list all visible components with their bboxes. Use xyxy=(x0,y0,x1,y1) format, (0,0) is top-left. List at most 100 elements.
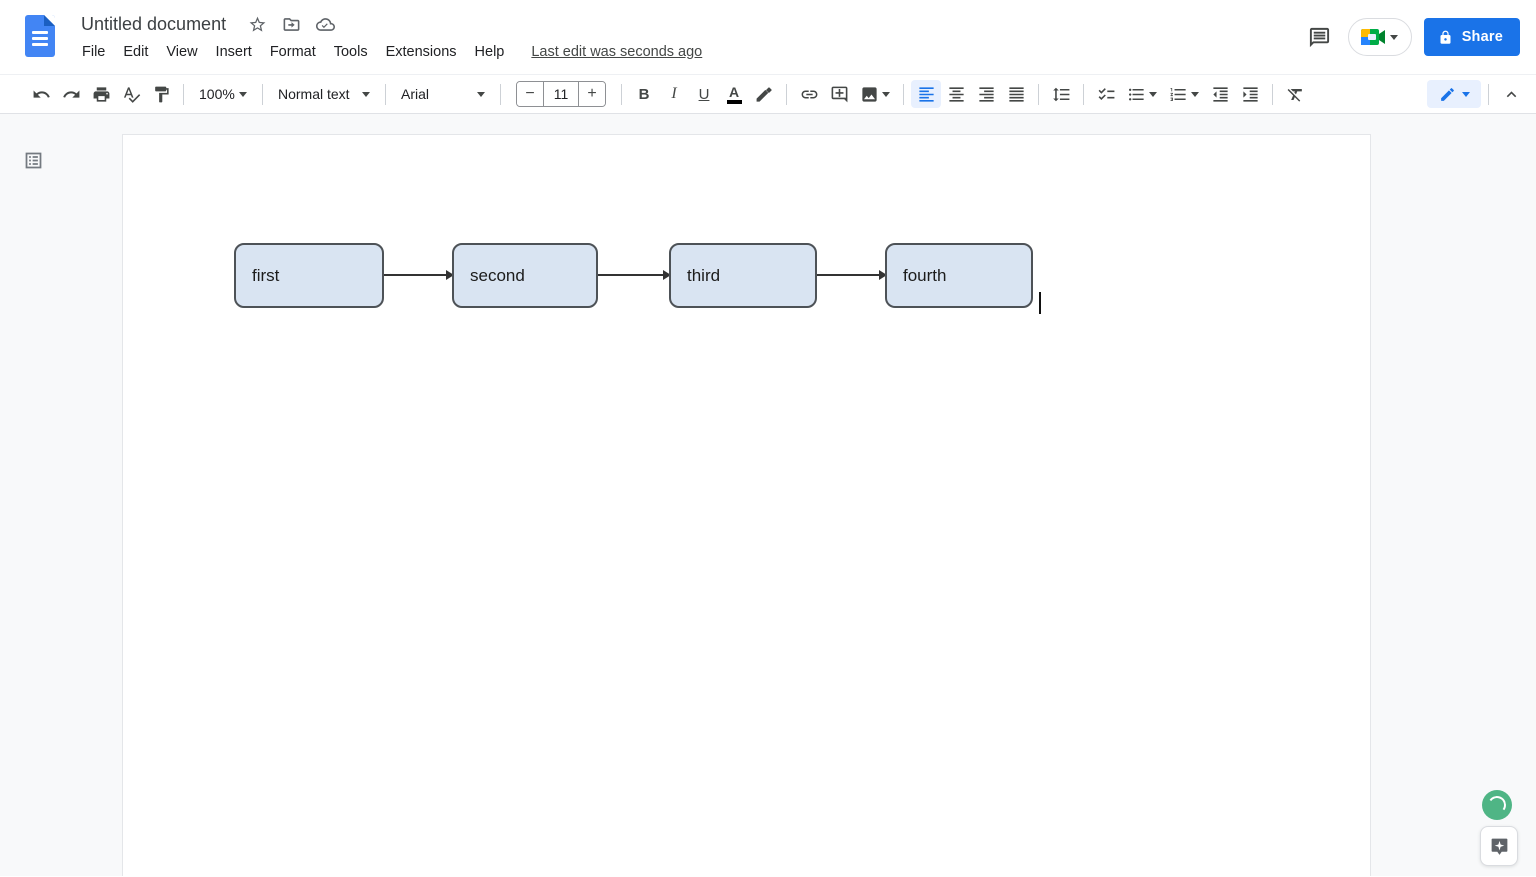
workspace: first second third fourth xyxy=(0,114,1536,876)
add-comment-button[interactable] xyxy=(824,80,854,108)
increase-indent-button[interactable] xyxy=(1235,80,1265,108)
chevron-down-icon xyxy=(1461,91,1470,97)
increase-font-size-button[interactable]: + xyxy=(579,82,605,106)
clear-formatting-button[interactable] xyxy=(1280,80,1310,108)
undo-button[interactable] xyxy=(26,80,56,108)
checklist-icon xyxy=(1098,87,1114,100)
insert-image-button[interactable] xyxy=(854,80,896,108)
explore-icon xyxy=(1491,838,1507,855)
italic-button[interactable]: I xyxy=(659,80,689,108)
align-center-icon xyxy=(948,86,964,102)
bold-button[interactable]: B xyxy=(629,80,659,108)
flowchart-node-third[interactable]: third xyxy=(669,243,817,308)
paragraph-style-select[interactable]: Normal text xyxy=(270,80,378,108)
checklist-button[interactable] xyxy=(1091,80,1121,108)
document-outline-button[interactable] xyxy=(21,148,45,172)
align-left-icon xyxy=(918,86,934,102)
node-label: fourth xyxy=(903,265,947,285)
menubar-view[interactable]: View xyxy=(157,41,206,63)
sync-spinner-icon xyxy=(1482,790,1512,820)
explore-button[interactable] xyxy=(1480,826,1518,866)
node-label: first xyxy=(252,265,280,285)
undo-icon xyxy=(33,90,50,98)
highlight-color-button[interactable] xyxy=(749,80,779,108)
numbered-list-icon xyxy=(1170,87,1186,101)
paragraph-style-value: Normal text xyxy=(278,86,350,102)
clear-formatting-icon xyxy=(1287,88,1302,102)
chevron-down-icon xyxy=(1149,91,1157,97)
add-comment-icon xyxy=(831,86,847,102)
paint-format-icon xyxy=(154,86,169,102)
align-right-button[interactable] xyxy=(971,80,1001,108)
editing-mode-button[interactable] xyxy=(1427,80,1481,108)
underline-button[interactable]: U xyxy=(689,80,719,108)
link-icon xyxy=(801,90,817,98)
comment-history-button[interactable] xyxy=(1300,17,1340,57)
font-select[interactable]: Arial xyxy=(393,80,493,108)
lock-icon xyxy=(1440,30,1451,44)
text-cursor xyxy=(1039,292,1041,314)
align-right-icon xyxy=(978,86,994,102)
chevron-up-icon xyxy=(1506,90,1516,97)
hide-menus-button[interactable] xyxy=(1496,80,1526,108)
numbered-list-button[interactable] xyxy=(1163,80,1205,108)
image-icon xyxy=(862,86,877,102)
menubar-file[interactable]: File xyxy=(81,41,114,63)
paint-format-button[interactable] xyxy=(146,80,176,108)
decrease-indent-button[interactable] xyxy=(1205,80,1235,108)
font-value: Arial xyxy=(401,86,430,102)
share-button[interactable]: Share xyxy=(1423,18,1520,56)
zoom-value: 100% xyxy=(199,86,235,102)
font-size-input[interactable] xyxy=(543,82,579,106)
cloud-saved-icon[interactable] xyxy=(315,14,335,34)
menubar-extensions[interactable]: Extensions xyxy=(377,41,466,63)
last-edit-link[interactable]: Last edit was seconds ago xyxy=(531,44,702,60)
connector-arrow xyxy=(598,270,671,280)
connector-arrow xyxy=(817,270,887,280)
toolbar: 100% Normal text Arial − + B I U A xyxy=(0,75,1536,114)
menubar-tools[interactable]: Tools xyxy=(325,41,377,63)
spellcheck-button[interactable] xyxy=(116,80,146,108)
node-label: third xyxy=(687,265,721,285)
chevron-down-icon xyxy=(239,91,247,97)
menubar-edit[interactable]: Edit xyxy=(114,41,157,63)
chevron-down-icon xyxy=(477,91,485,97)
redo-button[interactable] xyxy=(56,80,86,108)
comment-history-icon xyxy=(1310,27,1330,47)
app-header: Untitled document File Edit View Insert … xyxy=(0,0,1536,75)
text-color-icon: A xyxy=(726,85,742,104)
line-spacing-icon xyxy=(1052,87,1069,101)
chevron-down-icon xyxy=(362,91,370,97)
print-button[interactable] xyxy=(86,80,116,108)
spellcheck-icon xyxy=(123,86,140,103)
flowchart-drawing: first second third fourth xyxy=(123,135,1370,876)
justify-button[interactable] xyxy=(1001,80,1031,108)
star-icon[interactable] xyxy=(247,14,267,34)
menubar-insert[interactable]: Insert xyxy=(207,41,261,63)
flowchart-node-first[interactable]: first xyxy=(234,243,384,308)
connector-arrow xyxy=(384,270,454,280)
decrease-font-size-button[interactable]: − xyxy=(517,82,543,106)
justify-icon xyxy=(1008,86,1024,102)
docs-logo-icon[interactable] xyxy=(25,15,55,57)
meet-call-button[interactable] xyxy=(1347,18,1412,56)
bulleted-list-button[interactable] xyxy=(1121,80,1163,108)
meet-dropdown-icon xyxy=(1390,34,1399,40)
flowchart-node-second[interactable]: second xyxy=(452,243,598,308)
meet-icon xyxy=(1361,29,1386,45)
text-color-button[interactable]: A xyxy=(719,80,749,108)
align-center-button[interactable] xyxy=(941,80,971,108)
decrease-indent-icon xyxy=(1212,86,1228,102)
document-title[interactable]: Untitled document xyxy=(81,14,226,35)
move-folder-icon[interactable] xyxy=(281,14,301,34)
align-left-button[interactable] xyxy=(911,80,941,108)
flowchart-node-fourth[interactable]: fourth xyxy=(885,243,1033,308)
chevron-down-icon xyxy=(1191,91,1199,97)
zoom-select[interactable]: 100% xyxy=(191,80,255,108)
line-spacing-button[interactable] xyxy=(1046,80,1076,108)
menubar-format[interactable]: Format xyxy=(261,41,325,63)
insert-link-button[interactable] xyxy=(794,80,824,108)
menubar-help[interactable]: Help xyxy=(466,41,514,63)
document-page[interactable]: first second third fourth xyxy=(122,134,1371,876)
bulleted-list-icon xyxy=(1128,88,1144,100)
